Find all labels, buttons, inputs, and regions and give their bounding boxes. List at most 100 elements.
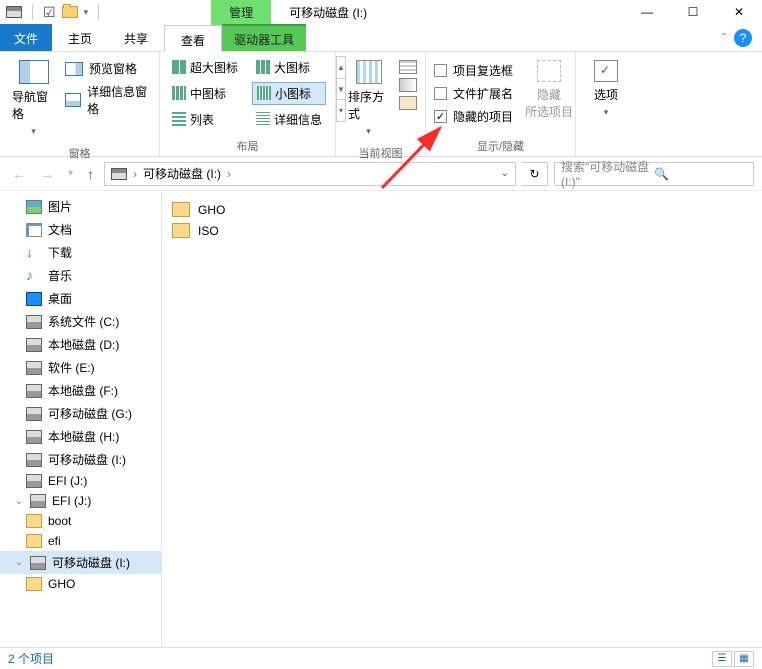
close-button[interactable]: ✕ [716,0,762,24]
preview-pane-label: 预览窗格 [89,60,137,77]
manage-tab[interactable]: 管理 [211,0,271,25]
drive-icon [26,361,42,375]
tree-item[interactable]: 文档 [0,218,161,241]
tree-item-label: 桌面 [48,290,72,307]
tree-item[interactable]: GHO [0,574,161,594]
minimize-button[interactable]: — [624,0,670,24]
layout-xl-button[interactable]: 超大图标 [168,57,242,78]
tree-item[interactable]: 下载 [0,241,161,264]
ribbon-collapse-icon[interactable]: ˆ [722,31,726,45]
tree-item[interactable]: 图片 [0,195,161,218]
nav-pane-button[interactable]: 导航窗格 ▾ [8,56,59,141]
file-item-label: GHO [198,203,225,217]
back-button[interactable]: ← [8,162,30,186]
tree-item[interactable]: ⌄可移动磁盘 (I:) [0,551,161,574]
hidden-items-toggle[interactable]: ✓隐藏的项目 [434,108,513,125]
doc-icon [26,223,42,237]
tab-home[interactable]: 主页 [52,24,108,51]
address-bar[interactable]: › 可移动磁盘 (I:) › ⌄ [104,162,516,186]
hide-selected-label: 隐藏 所选项目 [525,86,573,120]
drive-icon [30,494,46,508]
tab-share[interactable]: 共享 [108,24,164,51]
sort-icon [356,60,382,84]
tree-item-label: boot [48,514,71,528]
sort-label: 排序方式 [348,88,389,122]
address-dropdown[interactable]: ⌄ [501,168,509,179]
tree-item-label: efi [48,534,61,548]
details-pane-button[interactable]: 详细信息窗格 [65,83,151,117]
tab-file[interactable]: 文件 [0,24,52,51]
dl-icon [26,246,42,260]
layout-md-button[interactable]: 中图标 [168,83,242,104]
folder-icon[interactable] [62,6,78,18]
tab-view[interactable]: 查看 [164,25,222,52]
music-icon [26,269,42,283]
qat-dropdown-icon[interactable]: ▾ [84,7,89,18]
help-icon[interactable]: ? [734,29,752,47]
fit-columns-button[interactable] [399,96,417,110]
qat-check-icon[interactable]: ☑ [43,4,56,21]
tree-item[interactable]: boot [0,511,161,531]
refresh-button[interactable]: ↻ [522,162,548,186]
nav-pane-label: 导航窗格 [12,88,55,122]
up-button[interactable]: ↑ [83,162,98,186]
preview-pane-button[interactable]: 预览窗格 [65,60,151,77]
tree-item-label: 下载 [48,244,72,261]
drive-icon [26,315,42,329]
folder-icon [172,223,190,238]
layout-lg-button[interactable]: 大图标 [252,57,326,78]
options-icon [594,60,618,82]
file-item[interactable]: GHO [172,199,752,220]
tree-item[interactable]: 可移动磁盘 (G:) [0,402,161,425]
layout-details-button[interactable]: 详细信息 [252,109,326,130]
drive-icon [6,6,22,18]
tree-item[interactable]: 软件 (E:) [0,356,161,379]
content-pane[interactable]: GHO ISO [162,191,762,647]
drive-icon [26,474,42,488]
tree-item-label: EFI (J:) [48,474,87,488]
file-ext-toggle[interactable]: 文件扩展名 [434,85,513,102]
tree-item[interactable]: 音乐 [0,264,161,287]
search-input[interactable]: 搜索"可移动磁盘 (I:)" 🔍 [554,162,754,186]
sort-button[interactable]: 排序方式 ▾ [344,56,393,141]
hide-selected-button: 隐藏 所选项目 [519,56,579,124]
group-by-button[interactable] [399,60,417,74]
recent-dropdown[interactable]: ▾ [64,164,77,183]
details-view-toggle[interactable]: ☰ [712,651,732,667]
tree-item[interactable]: EFI (J:) [0,471,161,491]
tree-item[interactable]: efi [0,531,161,551]
layout-list-button[interactable]: 列表 [168,109,242,130]
tree-item[interactable]: 本地磁盘 (F:) [0,379,161,402]
current-view-group-label: 当前视图 [344,141,417,161]
folder-icon [172,202,190,217]
tree-item[interactable]: 桌面 [0,287,161,310]
address-text[interactable]: 可移动磁盘 (I:) [143,165,221,182]
tree-item[interactable]: 系统文件 (C:) [0,310,161,333]
file-item-label: ISO [198,224,219,238]
tree-item-label: GHO [48,577,75,591]
folder-icon [26,514,42,528]
nav-pane-icon [19,60,49,84]
drive-icon [30,556,46,570]
options-button[interactable]: 选项 ▾ [588,56,624,122]
tree-item-label: 音乐 [48,267,72,284]
add-columns-button[interactable] [399,78,417,92]
item-checkboxes-toggle[interactable]: 项目复选框 [434,62,513,79]
tree-item-label: 可移动磁盘 (I:) [48,451,126,468]
tree-item[interactable]: ⌄EFI (J:) [0,491,161,511]
drive-icon [26,430,42,444]
file-item[interactable]: ISO [172,220,752,241]
details-pane-label: 详细信息窗格 [87,83,151,117]
details-pane-icon [65,93,81,107]
tree-item[interactable]: 本地磁盘 (H:) [0,425,161,448]
options-label: 选项 [594,86,618,103]
tab-drive-tools[interactable]: 驱动器工具 [222,24,306,51]
tree-item[interactable]: 可移动磁盘 (I:) [0,448,161,471]
desk-icon [26,292,42,306]
nav-tree[interactable]: 图片文档下载音乐桌面系统文件 (C:)本地磁盘 (D:)软件 (E:)本地磁盘 … [0,191,162,647]
drive-icon [26,453,42,467]
icons-view-toggle[interactable]: ▦ [734,651,754,667]
maximize-button[interactable]: ☐ [670,0,716,24]
layout-sm-button[interactable]: 小图标 [252,82,326,105]
tree-item[interactable]: 本地磁盘 (D:) [0,333,161,356]
